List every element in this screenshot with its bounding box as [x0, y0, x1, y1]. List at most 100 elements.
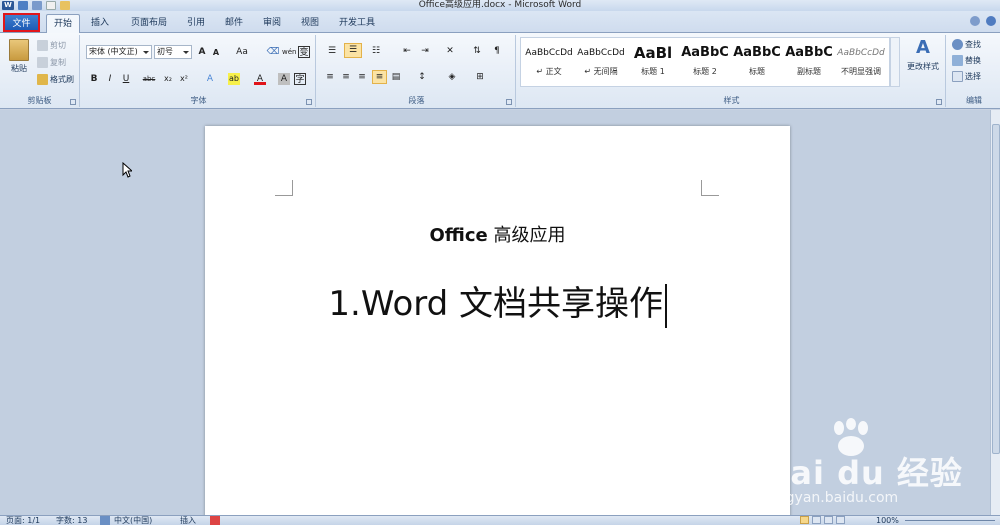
char-shading-button[interactable]: A: [278, 73, 290, 85]
phonetic-guide-button[interactable]: wén: [282, 46, 296, 58]
tab-file[interactable]: 文件: [3, 13, 40, 32]
style-sample: AaBbCcDd: [837, 48, 885, 58]
document-title-bold: Office: [429, 225, 488, 246]
borders-icon[interactable]: ⊞: [472, 71, 488, 83]
macro-recording-icon[interactable]: [210, 516, 220, 525]
paste-button[interactable]: 粘贴: [5, 39, 33, 74]
status-zoom-level[interactable]: 100%: [876, 516, 899, 525]
decrease-indent-icon[interactable]: ⇤: [400, 45, 414, 57]
tab-page-layout[interactable]: 页面布局: [126, 14, 172, 33]
grow-font-button[interactable]: A: [196, 46, 208, 58]
document-title-line[interactable]: Office 高级应用: [205, 221, 790, 247]
find-button[interactable]: 查找: [952, 39, 981, 50]
bold-button[interactable]: B: [88, 73, 100, 85]
font-size-combo[interactable]: 初号: [154, 45, 192, 59]
change-styles-label: 更改样式: [907, 62, 939, 71]
style-title[interactable]: AaBbC 标题: [731, 40, 783, 84]
font-name-combo[interactable]: 宋体 (中文正): [86, 45, 152, 59]
superscript-button[interactable]: x²: [178, 73, 190, 85]
full-screen-icon[interactable]: [812, 516, 821, 524]
tab-developer[interactable]: 开发工具: [334, 14, 380, 33]
print-layout-icon[interactable]: [800, 516, 809, 524]
underline-button[interactable]: U: [120, 73, 132, 85]
tab-review[interactable]: 审阅: [256, 14, 288, 33]
format-painter-button[interactable]: 格式刷: [37, 74, 74, 85]
show-marks-icon[interactable]: ¶: [490, 45, 504, 57]
tab-references[interactable]: 引用: [180, 14, 212, 33]
paragraph-launcher-icon[interactable]: [506, 99, 512, 105]
shrink-font-button[interactable]: A: [210, 47, 222, 59]
replace-button[interactable]: 替换: [952, 55, 981, 66]
baidu-watermark: Bai du 经验 jingyan.baidu.com: [765, 418, 995, 513]
style-normal[interactable]: AaBbCcDd ↵ 正文: [523, 40, 575, 84]
scrollbar-thumb[interactable]: [992, 124, 1000, 454]
style-heading-2[interactable]: AaBbC 标题 2: [679, 40, 731, 84]
italic-button[interactable]: I: [104, 73, 116, 85]
text-effects-button[interactable]: A: [204, 73, 216, 85]
clear-formatting-icon[interactable]: ⌫: [266, 46, 280, 58]
align-right-icon[interactable]: ≡: [356, 71, 368, 83]
font-color-button[interactable]: A: [254, 73, 266, 85]
style-sample: AaBl: [633, 44, 673, 62]
copy-button[interactable]: 复制: [37, 57, 66, 68]
shading-icon[interactable]: ◈: [444, 71, 460, 83]
zoom-slider[interactable]: [905, 520, 995, 521]
status-insert-mode[interactable]: 插入: [180, 516, 196, 525]
minimize-ribbon-icon[interactable]: [970, 16, 980, 26]
document-page[interactable]: Office 高级应用 1.Word 文档共享操作: [205, 126, 790, 525]
tab-view[interactable]: 视图: [294, 14, 326, 33]
subscript-button[interactable]: x₂: [162, 73, 174, 85]
strikethrough-button[interactable]: abc: [140, 73, 158, 85]
margin-marker-top-right: [701, 180, 719, 196]
chinese-layout-icon[interactable]: ✕: [442, 45, 458, 57]
status-word-count[interactable]: 字数: 13: [56, 516, 87, 525]
style-name: 副标题: [797, 67, 821, 76]
proofing-icon[interactable]: [100, 516, 110, 525]
cut-button[interactable]: 剪切: [37, 40, 66, 51]
change-case-button[interactable]: Aa: [234, 46, 250, 58]
distributed-icon[interactable]: ▤: [390, 71, 402, 83]
title-bar: W Office高级应用.docx - Microsoft Word: [0, 0, 1000, 11]
font-name-value: 宋体 (中文正): [89, 47, 138, 56]
change-styles-button[interactable]: A 更改样式: [903, 37, 943, 72]
help-icon[interactable]: [986, 16, 996, 26]
margin-marker-top-left: [275, 180, 293, 196]
format-painter-label: 格式刷: [50, 75, 74, 84]
style-subtitle[interactable]: AaBbC 副标题: [783, 40, 835, 84]
style-heading-1[interactable]: AaBl 标题 1: [627, 40, 679, 84]
tab-home[interactable]: 开始: [46, 14, 80, 34]
tab-mailings[interactable]: 邮件: [218, 14, 250, 33]
justify-icon[interactable]: ≡: [372, 70, 387, 84]
multilevel-list-icon[interactable]: ☷: [368, 45, 384, 57]
bullets-icon[interactable]: ☰: [324, 45, 340, 57]
numbering-icon[interactable]: ☰: [344, 43, 362, 58]
styles-gallery-scroll[interactable]: [890, 37, 900, 87]
align-center-icon[interactable]: ≡: [340, 71, 352, 83]
styles-launcher-icon[interactable]: [936, 99, 942, 105]
tab-insert[interactable]: 插入: [84, 14, 116, 33]
clipboard-launcher-icon[interactable]: [70, 99, 76, 105]
status-language[interactable]: 中文(中国): [114, 516, 152, 525]
increase-indent-icon[interactable]: ⇥: [418, 45, 432, 57]
align-left-icon[interactable]: ≡: [324, 71, 336, 83]
style-no-spacing[interactable]: AaBbCcDd ↵ 无间隔: [575, 40, 627, 84]
view-buttons[interactable]: [800, 516, 860, 525]
clipboard-group: 粘贴 剪切 复制 格式刷 剪贴板: [0, 35, 80, 107]
style-subtle-emphasis[interactable]: AaBbCcDd 不明显强调: [835, 40, 887, 84]
document-heading-line[interactable]: 1.Word 文档共享操作: [205, 276, 790, 328]
char-border-button[interactable]: 变: [298, 46, 310, 58]
sort-icon[interactable]: ⇅: [470, 45, 484, 57]
font-launcher-icon[interactable]: [306, 99, 312, 105]
cut-label: 剪切: [50, 41, 66, 50]
enclose-chars-button[interactable]: 字: [294, 73, 306, 85]
line-spacing-icon[interactable]: ↕: [414, 71, 430, 83]
mouse-pointer-icon: [122, 162, 132, 178]
style-name: ↵ 无间隔: [584, 67, 618, 76]
style-name: 标题 1: [641, 67, 665, 76]
status-page[interactable]: 页面: 1/1: [6, 516, 40, 525]
style-name: ↵ 正文: [536, 67, 562, 76]
web-layout-icon[interactable]: [824, 516, 833, 524]
select-button[interactable]: 选择: [952, 71, 981, 82]
outline-view-icon[interactable]: [836, 516, 845, 524]
highlight-button[interactable]: ab: [228, 73, 240, 85]
